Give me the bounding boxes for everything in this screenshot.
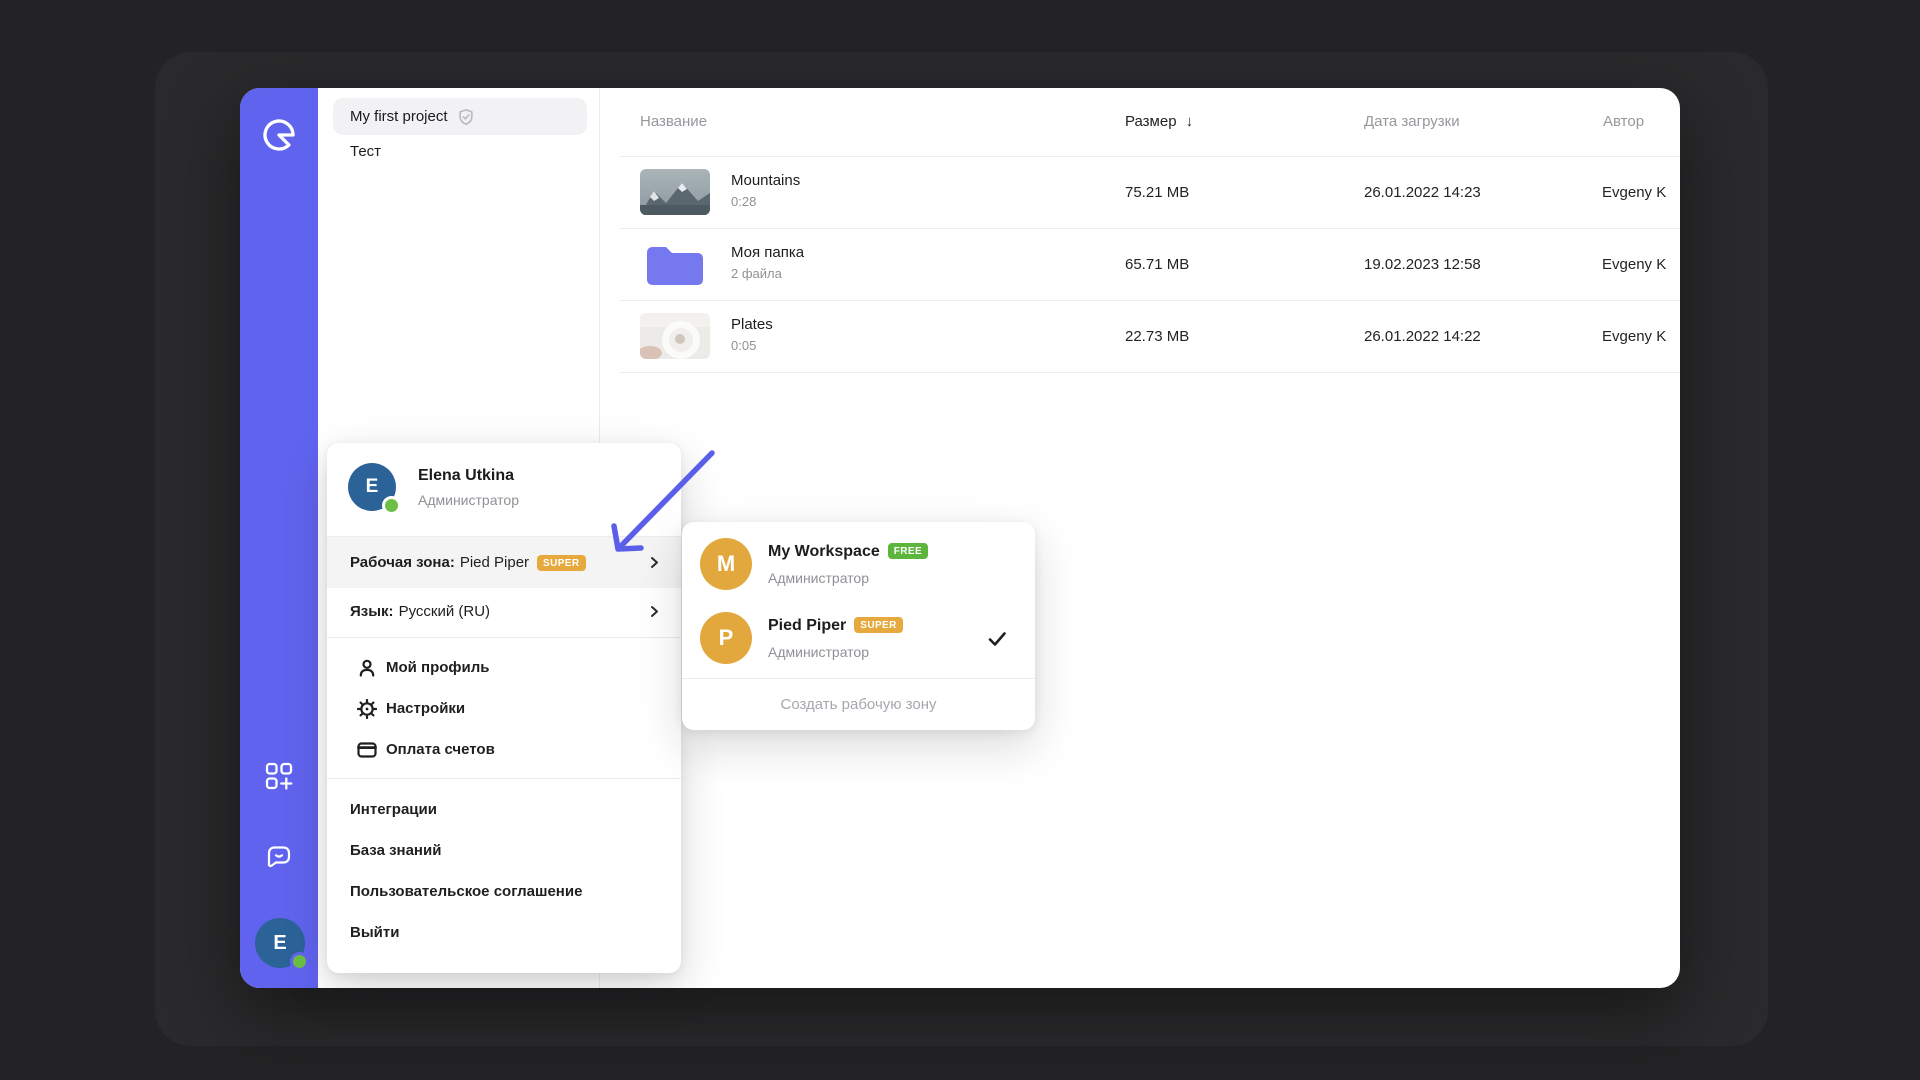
free-badge: FREE <box>887 543 929 559</box>
column-header-author[interactable]: Автор <box>1603 113 1644 130</box>
nav-rail: E <box>240 88 318 988</box>
super-badge: SUPER <box>854 617 903 633</box>
file-author: Evgeny K <box>1602 256 1667 273</box>
super-badge: SUPER <box>537 554 586 571</box>
user-icon <box>359 659 375 677</box>
app-logo[interactable] <box>259 115 299 155</box>
upload-date: 19.02.2023 12:58 <box>1364 256 1481 273</box>
app-screen: E My first project Тест Название Размер … <box>0 0 1920 1080</box>
credit-card-icon <box>357 741 377 758</box>
workspace-value: Pied Piper <box>459 554 530 571</box>
column-header-size[interactable]: Размер ↓ <box>1125 113 1193 130</box>
menu-item-billing[interactable]: Оплата счетов <box>327 729 681 770</box>
menu-item-label: Мой профиль <box>386 659 490 676</box>
upload-date: 26.01.2022 14:23 <box>1364 184 1481 201</box>
user-menu: E Elena Utkina Администратор Рабочая зон… <box>327 443 681 973</box>
menu-avatar-initial: E <box>365 476 379 497</box>
apps-plus-icon <box>265 762 293 790</box>
check-icon <box>988 632 1006 646</box>
menu-item-user-agreement[interactable]: Пользовательское соглашение <box>350 883 582 900</box>
project-label: Тест <box>350 143 382 160</box>
menu-divider <box>327 637 681 638</box>
chevron-right-icon <box>651 557 658 568</box>
file-name: Plates <box>731 316 773 333</box>
menu-item-label: Оплата счетов <box>386 741 495 758</box>
video-thumbnail-mountains <box>640 169 710 215</box>
workspace-name-label: Pied Piper <box>768 617 847 634</box>
table-row-plates[interactable]: Plates 0:05 22.73 MB 26.01.2022 14:22 Ev… <box>620 301 1680 373</box>
online-status-dot <box>382 496 401 515</box>
sort-descending-icon: ↓ <box>1185 113 1194 130</box>
menu-item-knowledge-base[interactable]: База знаний <box>350 842 441 859</box>
user-role: Администратор <box>418 492 520 508</box>
table-row-mountains[interactable]: Mountains 0:28 75.21 MB 26.01.2022 14:23… <box>620 157 1680 229</box>
file-name-cell: Моя папка 2 файла <box>731 244 804 281</box>
file-duration: 0:28 <box>731 194 757 209</box>
menu-divider <box>327 778 681 779</box>
menu-item-language[interactable]: Язык: Русский (RU) <box>327 588 681 634</box>
shield-check-icon <box>458 108 473 125</box>
menu-item-label: Настройки <box>386 700 466 717</box>
workspace-role: Администратор <box>768 644 870 660</box>
menu-item-logout[interactable]: Выйти <box>350 924 399 941</box>
file-name-cell: Plates 0:05 <box>731 316 773 353</box>
file-name-cell: Mountains 0:28 <box>731 172 800 209</box>
kinescope-logo-icon <box>263 119 295 151</box>
user-name: Elena Utkina <box>418 467 515 484</box>
language-value: Русский (RU) <box>398 602 491 620</box>
support-chat-button[interactable] <box>266 844 292 870</box>
project-label: My first project <box>350 108 448 125</box>
workspace-role: Администратор <box>768 570 870 586</box>
user-avatar-initial: E <box>273 931 287 954</box>
menu-item-workspace[interactable]: Рабочая зона: Pied Piper SUPER <box>327 537 681 588</box>
menu-item-settings[interactable]: Настройки <box>327 688 681 729</box>
workspace-item-pied-piper[interactable]: P Pied Piper SUPER Администратор <box>682 608 1035 676</box>
workspace-name: Pied Piper SUPER <box>768 617 903 635</box>
folder-file-count: 2 файла <box>731 266 782 281</box>
workspace-avatar-initial: M <box>716 551 736 576</box>
file-author: Evgeny K <box>1602 184 1667 201</box>
create-workspace-button[interactable]: Создать рабочую зону <box>682 679 1035 730</box>
chat-icon <box>267 846 291 868</box>
column-header-name[interactable]: Название <box>640 113 707 130</box>
column-header-size-label: Размер <box>1125 113 1177 130</box>
column-header-date[interactable]: Дата загрузки <box>1364 113 1460 130</box>
menu-item-my-profile[interactable]: Мой профиль <box>327 647 681 688</box>
file-author: Evgeny K <box>1602 328 1667 345</box>
folder-name: Моя папка <box>731 244 805 261</box>
workspace-name-label: My Workspace <box>768 543 880 560</box>
workspace-avatar: P <box>700 612 752 664</box>
file-size: 22.73 MB <box>1125 328 1190 345</box>
video-thumbnail-plates <box>640 313 710 359</box>
workspace-switcher-menu: M My Workspace FREE Администратор P Pied … <box>682 522 1035 730</box>
menu-item-integrations[interactable]: Интеграции <box>350 801 437 818</box>
workspace-name: My Workspace FREE <box>768 543 929 561</box>
chevron-right-icon <box>651 605 658 617</box>
gear-icon <box>357 698 377 719</box>
online-status-dot <box>290 952 309 971</box>
workspace-item-my-workspace[interactable]: M My Workspace FREE Администратор <box>682 534 1035 602</box>
table-row-folder[interactable]: Моя папка 2 файла 65.71 MB 19.02.2023 12… <box>620 229 1680 301</box>
file-size: 65.71 MB <box>1125 256 1190 273</box>
file-duration: 0:05 <box>731 338 757 353</box>
language-label: Язык: <box>350 602 394 620</box>
upload-date: 26.01.2022 14:22 <box>1364 328 1481 345</box>
sidebar-item-test-project[interactable]: Тест <box>350 143 381 160</box>
file-name: Mountains <box>731 172 801 189</box>
workspace-avatar: M <box>700 538 752 590</box>
file-size: 75.21 MB <box>1125 184 1190 201</box>
folder-icon <box>640 241 710 287</box>
workspace-label: Рабочая зона: <box>350 554 455 571</box>
workspace-avatar-initial: P <box>718 625 734 650</box>
sidebar-item-my-first-project[interactable]: My first project <box>333 98 587 135</box>
apps-add-button[interactable] <box>265 762 293 790</box>
